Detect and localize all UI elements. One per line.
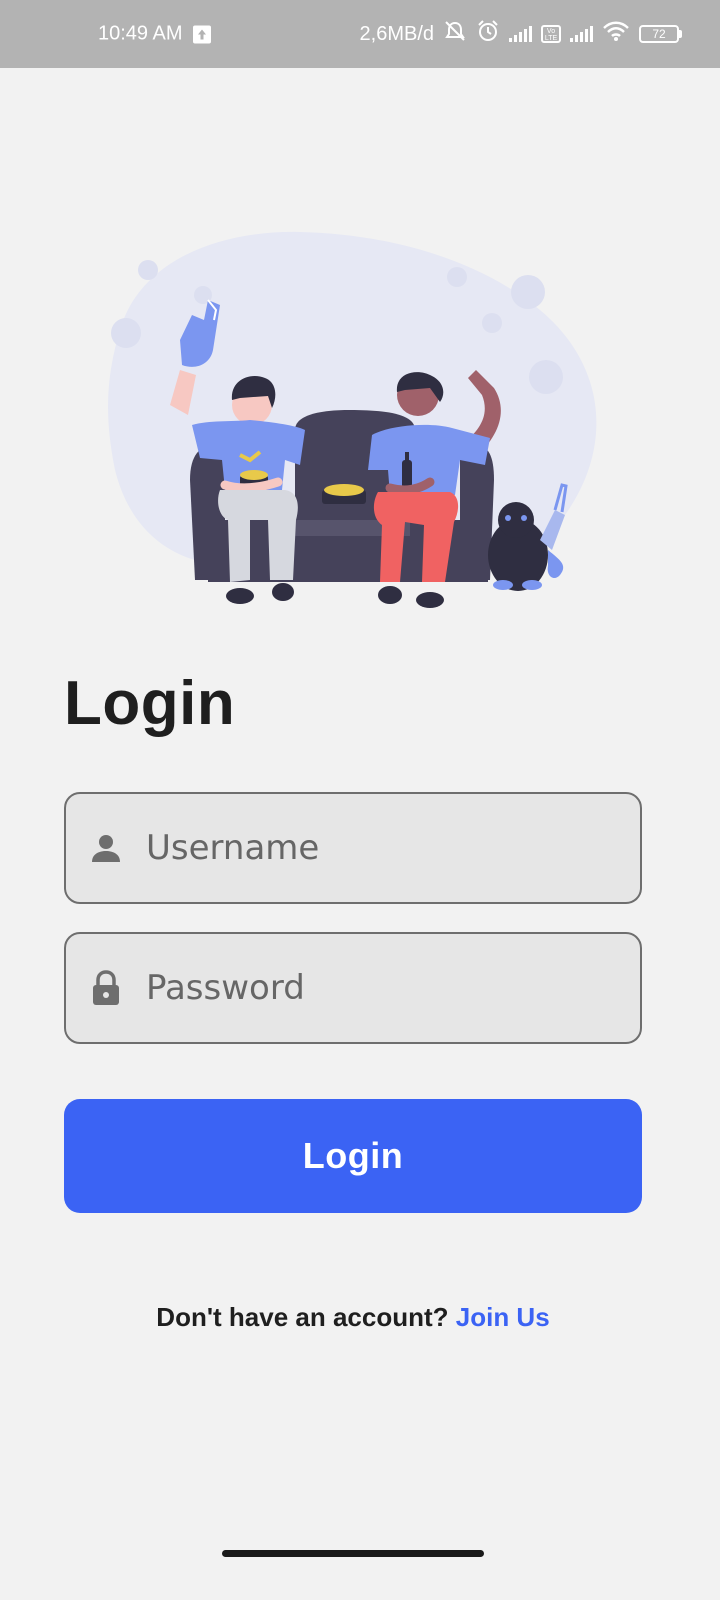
username-field[interactable] — [64, 792, 642, 904]
home-indicator[interactable] — [222, 1550, 484, 1557]
signup-prompt: Don't have an account? — [156, 1302, 449, 1332]
two-people-on-couch-illustration — [108, 231, 597, 608]
login-button[interactable]: Login — [64, 1099, 642, 1213]
alarm-icon — [476, 20, 500, 48]
status-bar: 10:49 AM 2,6MB/d Vo LTE 72 — [0, 0, 720, 68]
volte-icon: Vo LTE — [541, 25, 561, 43]
upload-icon — [192, 25, 211, 43]
battery-level: 72 — [639, 25, 679, 43]
signal-icon — [509, 26, 532, 42]
username-input[interactable] — [144, 827, 598, 869]
status-time: 10:49 AM — [98, 22, 183, 45]
battery-icon: 72 — [639, 25, 682, 43]
mute-icon — [443, 20, 467, 48]
signal-icon — [570, 26, 593, 42]
status-left: 10:49 AM — [98, 23, 211, 46]
person-icon — [90, 831, 122, 865]
password-field[interactable] — [64, 932, 642, 1044]
wifi-icon — [602, 20, 630, 48]
data-rate: 2,6MB/d — [359, 22, 434, 45]
signup-row: Don't have an account? Join Us — [0, 1302, 706, 1333]
battery-tip — [679, 30, 682, 38]
password-input[interactable] — [144, 967, 598, 1009]
status-right: 2,6MB/d Vo LTE 72 — [360, 20, 682, 48]
join-us-link[interactable]: Join Us — [456, 1302, 550, 1332]
lock-icon — [90, 970, 122, 1005]
page-title: Login — [64, 669, 236, 738]
